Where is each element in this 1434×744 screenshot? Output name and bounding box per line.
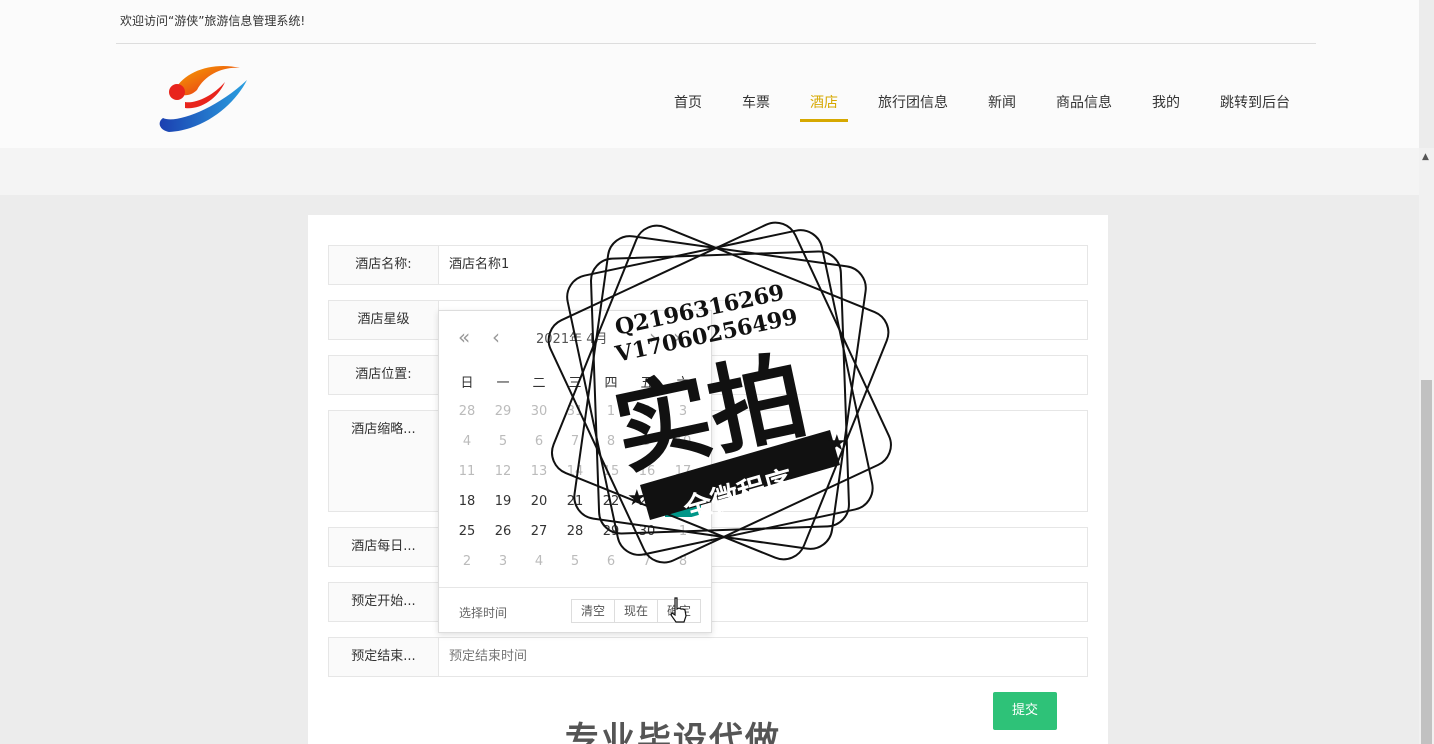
welcome-text: 欢迎访问“游侠”旅游信息管理系统! (120, 14, 306, 28)
hotel-thumbnail-label: 酒店缩略... (329, 411, 439, 511)
date-cell[interactable]: 13 (521, 457, 557, 487)
scroll-up-icon[interactable]: ▲ (1422, 152, 1429, 162)
top-bar: 欢迎访问“游侠”旅游信息管理系统! (0, 0, 1419, 44)
hotel-name-input[interactable]: 酒店名称1 (449, 246, 509, 284)
hotel-location-label: 酒店位置: (329, 356, 439, 394)
start-time-label: 预定开始... (329, 583, 439, 621)
site-logo[interactable] (155, 60, 250, 132)
date-cell[interactable]: 3 (485, 547, 521, 577)
clear-button[interactable]: 清空 (570, 599, 615, 623)
weekday-header: 一 (496, 376, 510, 391)
date-cell[interactable]: 1 (665, 517, 701, 547)
select-time-link[interactable]: 选择时间 (459, 604, 507, 621)
header: 首页 车票 酒店 旅行团信息 新闻 商品信息 我的 跳转到后台 (0, 44, 1419, 148)
weekday-header: 五 (640, 376, 654, 391)
prev-month-icon[interactable]: ‹ (492, 325, 500, 349)
date-cell[interactable]: 31 (557, 397, 593, 427)
date-cell[interactable]: 19 (485, 487, 521, 517)
month-select[interactable]: 4月 (586, 332, 607, 347)
now-button[interactable]: 现在 (613, 599, 658, 623)
date-cell[interactable]: 4 (449, 427, 485, 457)
end-time-label: 预定结束... (329, 638, 439, 676)
watermark-bottom-text: 专业毕设代做 (565, 720, 781, 744)
date-cell[interactable]: 8 (593, 427, 629, 457)
date-cell[interactable]: 17 (665, 457, 701, 487)
end-time-input[interactable]: 预定结束时间 (449, 638, 527, 676)
submit-button[interactable]: 提交 (993, 692, 1057, 730)
weekday-header: 二 (532, 376, 546, 391)
date-cell[interactable]: 29 (593, 517, 629, 547)
prev-year-icon[interactable]: « (458, 325, 470, 349)
weekday-header: 六 (676, 376, 690, 391)
date-cell[interactable]: 10 (665, 427, 701, 457)
date-cell[interactable]: 6 (521, 427, 557, 457)
date-cell[interactable]: 28 (557, 517, 593, 547)
date-cell[interactable]: 9 (629, 427, 665, 457)
date-cell[interactable]: 14 (557, 457, 593, 487)
date-cell[interactable]: 2 (629, 397, 665, 427)
date-cell[interactable]: 26 (485, 517, 521, 547)
date-cell[interactable]: 29 (485, 397, 521, 427)
hand-cursor-icon (670, 597, 687, 623)
next-month-icon[interactable]: › (649, 325, 657, 349)
weekday-header: 四 (604, 376, 618, 391)
page-scrollbar[interactable]: ▲ (1419, 148, 1434, 744)
date-cell[interactable]: 16 (629, 457, 665, 487)
date-cell[interactable]: 15 (593, 457, 629, 487)
date-cell[interactable]: 21 (557, 487, 593, 517)
nav-item-hotel[interactable]: 酒店 (800, 44, 848, 148)
weekday-header: 日 (460, 376, 474, 391)
date-cell[interactable]: 28 (449, 397, 485, 427)
main-nav: 首页 车票 酒店 旅行团信息 新闻 商品信息 我的 跳转到后台 (634, 44, 1290, 148)
date-picker-title: 2021年 4月 (536, 328, 608, 347)
date-cell[interactable]: 7 (557, 427, 593, 457)
nav-item-products[interactable]: 商品信息 (1056, 44, 1112, 148)
date-cell[interactable]: 24 (665, 487, 701, 517)
date-picker-header: « ‹ 2021年 4月 › » (439, 311, 711, 361)
weekday-header: 三 (568, 376, 582, 391)
date-cell[interactable]: 20 (521, 487, 557, 517)
date-cell[interactable]: 30 (521, 397, 557, 427)
hotel-name-label: 酒店名称: (329, 246, 439, 284)
next-year-icon[interactable]: » (673, 325, 685, 349)
hotel-star-label: 酒店星级 (329, 301, 439, 339)
date-cell[interactable]: 4 (521, 547, 557, 577)
date-cell[interactable]: 25 (449, 517, 485, 547)
nav-item-tour-groups[interactable]: 旅行团信息 (878, 44, 948, 148)
date-cell[interactable]: 7 (629, 547, 665, 577)
date-cell[interactable]: 5 (557, 547, 593, 577)
date-cell[interactable]: 22 (593, 487, 629, 517)
scrollbar-thumb[interactable] (1421, 380, 1432, 744)
hotel-daily-label: 酒店每日... (329, 528, 439, 566)
date-picker: « ‹ 2021年 4月 › » 日一二三四五六 28 29 30 31 1 2 3 4 5 6 7 8… (438, 310, 712, 633)
nav-item-home[interactable]: 首页 (674, 44, 702, 148)
date-cell[interactable]: 27 (521, 517, 557, 547)
date-cell[interactable]: 30 (629, 517, 665, 547)
date-cell[interactable]: 5 (485, 427, 521, 457)
year-select[interactable]: 2021年 (536, 332, 582, 347)
nav-item-tickets[interactable]: 车票 (742, 44, 770, 148)
date-cell[interactable]: 23 (629, 487, 665, 517)
date-cell[interactable]: 1 (593, 397, 629, 427)
banner (0, 148, 1419, 195)
nav-item-mine[interactable]: 我的 (1152, 44, 1180, 148)
nav-item-news[interactable]: 新闻 (988, 44, 1016, 148)
date-cell[interactable]: 2 (449, 547, 485, 577)
date-cell[interactable]: 12 (485, 457, 521, 487)
date-cell[interactable]: 3 (665, 397, 701, 427)
hotel-name-row: 酒店名称: 酒店名称1 (328, 245, 1088, 285)
date-cell[interactable]: 11 (449, 457, 485, 487)
date-cell[interactable]: 8 (665, 547, 701, 577)
nav-item-admin[interactable]: 跳转到后台 (1220, 44, 1290, 148)
date-cell[interactable]: 6 (593, 547, 629, 577)
end-time-row: 预定结束... 预定结束时间 (328, 637, 1088, 677)
date-cell[interactable]: 18 (449, 487, 485, 517)
